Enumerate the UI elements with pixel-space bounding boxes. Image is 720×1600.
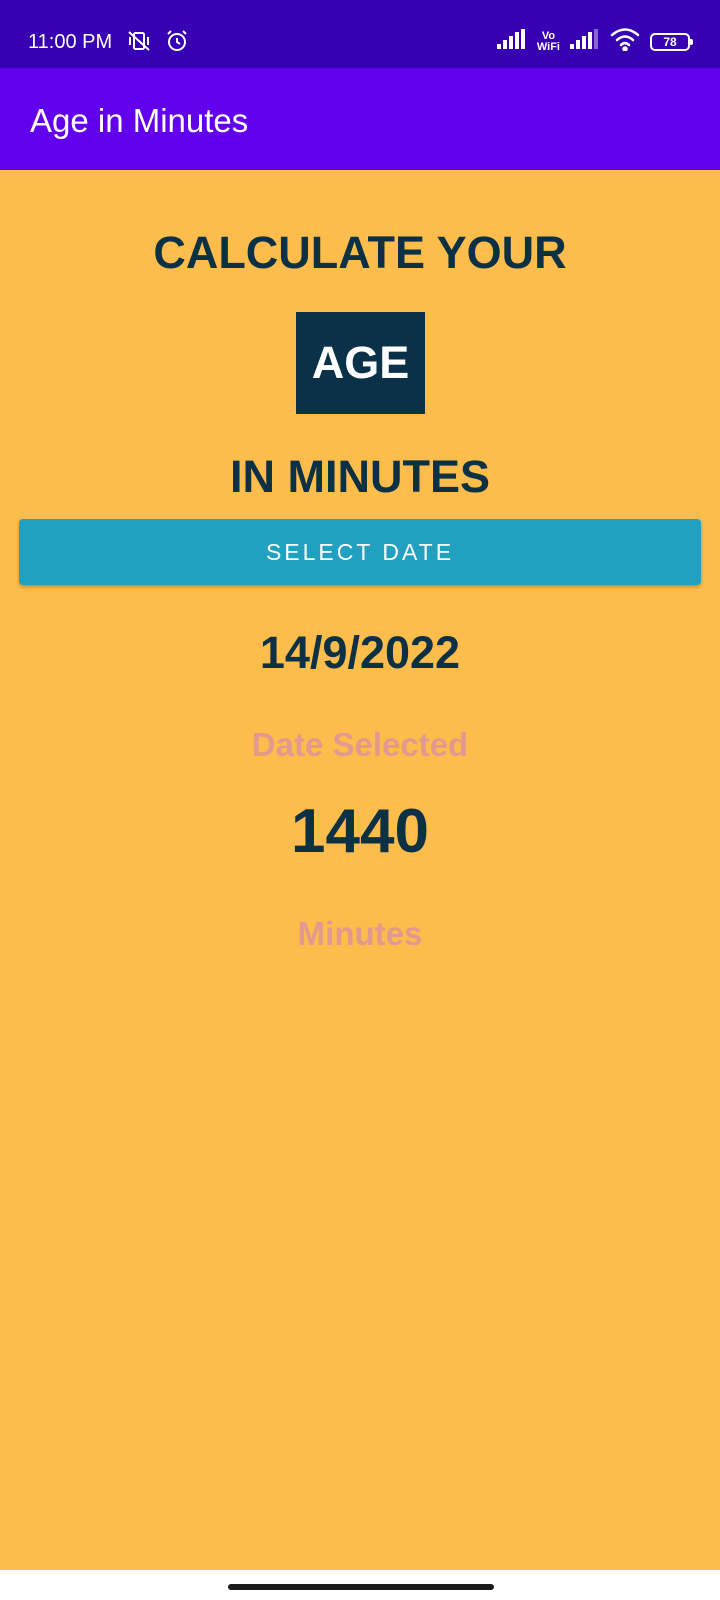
app-title: Age in Minutes: [30, 102, 249, 139]
alarm-icon: [165, 29, 189, 58]
heading-calculate-your: CALCULATE YOUR: [153, 227, 567, 278]
battery-icon: 78: [650, 32, 693, 51]
select-date-button[interactable]: SELECT DATE: [19, 519, 701, 585]
selected-date-value: 14/9/2022: [259, 627, 461, 678]
minutes-label: Minutes: [297, 915, 423, 952]
heading-in-minutes: IN MINUTES: [229, 451, 490, 502]
age-highlight-box: AGE: [296, 312, 425, 414]
battery-level: 78: [663, 34, 677, 49]
status-icons-left: [127, 29, 189, 58]
app-bar: Age in Minutes: [0, 68, 720, 170]
status-time: 11:00 PM: [28, 31, 113, 53]
wifi-icon: [610, 27, 640, 56]
signal-icon: [496, 29, 527, 54]
status-bar: 11:00 PM Vo WiFi 78: [0, 0, 720, 68]
home-indicator[interactable]: [228, 1584, 494, 1590]
vowifi-icon: Vo WiFi: [536, 29, 560, 53]
signal-icon: [570, 29, 600, 54]
vowifi-top: Vo: [541, 29, 556, 42]
minutes-value: 1440: [291, 797, 429, 866]
navigation-bar: [0, 1570, 720, 1600]
vowifi-bottom: WiFi: [536, 40, 560, 53]
main-content: CALCULATE YOUR AGE IN MINUTES SELECT DAT…: [0, 170, 720, 1570]
vibrate-off-icon: [127, 29, 151, 58]
date-selected-label: Date Selected: [251, 726, 469, 763]
status-icons-right: Vo WiFi 78: [496, 27, 693, 56]
